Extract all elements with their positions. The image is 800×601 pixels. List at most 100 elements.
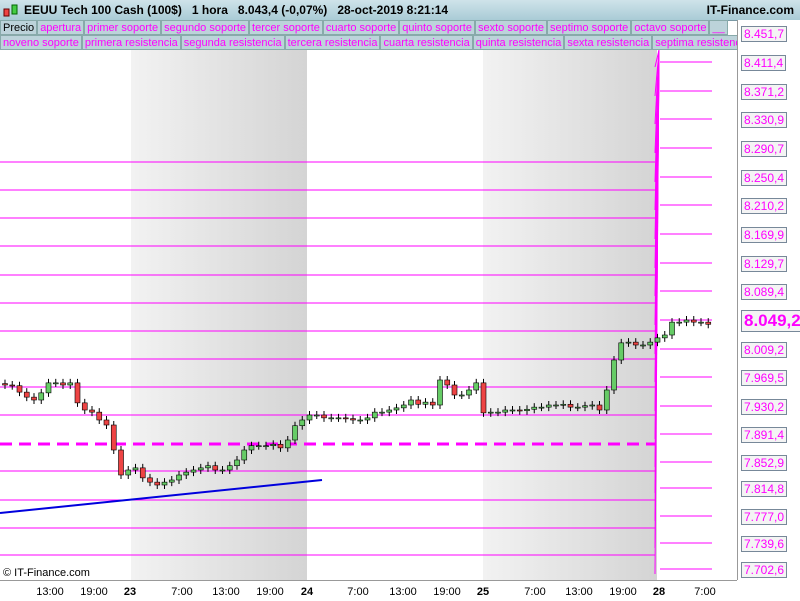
- price-chart[interactable]: [0, 50, 737, 580]
- candle: [139, 467, 146, 479]
- candle: [437, 379, 443, 406]
- candle: [625, 341, 632, 344]
- price-label: 8.129,7: [741, 256, 788, 272]
- legend-item[interactable]: quinta resistencia: [472, 35, 565, 50]
- candle: [393, 407, 400, 411]
- price-label: 7.852,9: [741, 455, 788, 471]
- candle: [582, 405, 588, 408]
- candle: [2, 383, 8, 386]
- price-label: 8.089,4: [741, 284, 788, 300]
- candle: [350, 418, 356, 421]
- candle: [466, 389, 472, 396]
- candle: [313, 414, 320, 417]
- candle: [74, 382, 81, 404]
- candle: [357, 419, 364, 422]
- price-label: 8.250,4: [741, 170, 788, 186]
- legend-item[interactable]: tercera resistencia: [284, 35, 381, 50]
- time-label: 13:00: [389, 586, 417, 598]
- candle: [364, 417, 371, 421]
- candle: [255, 445, 262, 448]
- time-label: 19:00: [256, 586, 284, 598]
- price-label: 8.371,2: [741, 84, 788, 100]
- price-label: 8.330,9: [741, 112, 788, 128]
- candle: [335, 417, 342, 420]
- legend-row-2: noveno soporte primera resistencia segunda…: [0, 35, 738, 50]
- candle: [31, 396, 37, 401]
- legend-row-1: Precio apertura primer soporte segundo sopo…: [0, 20, 728, 35]
- time-axis[interactable]: 13:00 19:00 23 7:00 13:00 19:00 24 7:00 13:00 19:…: [0, 580, 737, 601]
- legend-item[interactable]: primer soporte: [84, 20, 162, 35]
- candle: [292, 425, 298, 441]
- candle: [531, 406, 538, 410]
- candle: [567, 403, 574, 408]
- copyright: © IT-Finance.com: [3, 567, 90, 579]
- legend-item[interactable]: Precio: [0, 20, 38, 35]
- candle: [96, 411, 103, 421]
- candle: [495, 411, 501, 414]
- candle: [654, 337, 661, 343]
- time-label: 19:00: [609, 586, 637, 598]
- price-label: 7.777,0: [741, 509, 788, 525]
- price-label: 8.210,2: [741, 198, 788, 214]
- candle: [379, 411, 385, 414]
- candle: [400, 404, 407, 409]
- legend-item[interactable]: tercer soporte: [249, 20, 323, 35]
- candle: [23, 391, 30, 398]
- candle: [161, 481, 168, 486]
- legend-item[interactable]: segunda resistencia: [180, 35, 285, 50]
- candle: [125, 469, 132, 476]
- legend-item[interactable]: noveno soporte: [0, 35, 82, 50]
- candle: [422, 401, 429, 405]
- legend-item[interactable]: cuarta resistencia: [380, 35, 473, 50]
- legend-item[interactable]: primera resistencia: [81, 35, 181, 50]
- legend-item[interactable]: sexta resistencia: [564, 35, 653, 50]
- candle: [690, 319, 697, 323]
- candle: [640, 344, 646, 347]
- legend-item[interactable]: cuarto soporte: [322, 20, 400, 35]
- legend-item[interactable]: apertura: [37, 20, 85, 35]
- candle: [669, 321, 675, 336]
- candle: [705, 321, 712, 325]
- candle: [553, 404, 559, 407]
- candle: [270, 443, 277, 447]
- candle: [480, 382, 487, 414]
- time-label: 13:00: [212, 586, 240, 598]
- candle: [205, 465, 211, 469]
- time-label: 7:00: [347, 586, 369, 598]
- candle: [574, 406, 581, 409]
- candle: [299, 419, 306, 427]
- candle: [132, 467, 139, 471]
- legend-item[interactable]: __: [709, 20, 728, 35]
- price-label: 8.009,2: [741, 342, 788, 358]
- time-label: 28: [652, 586, 666, 598]
- brand: IT-Finance.com: [706, 3, 794, 17]
- legend-item[interactable]: septimo soporte: [547, 20, 632, 35]
- price-label: 8.049,2: [741, 310, 800, 332]
- candle: [516, 409, 523, 412]
- candle: [487, 411, 494, 414]
- candle: [212, 465, 219, 471]
- time-label: 13:00: [36, 586, 64, 598]
- candle: [444, 379, 451, 386]
- legend-item[interactable]: quinto soporte: [399, 20, 475, 35]
- candle: [9, 384, 16, 387]
- candlestick-icon: [3, 4, 18, 17]
- candle: [502, 409, 509, 413]
- candle: [683, 319, 690, 323]
- price-axis[interactable]: 8.451,7 8.411,4 8.371,2 8.330,9 8.290,7 8.250…: [737, 20, 800, 580]
- candle: [241, 449, 248, 461]
- candle: [248, 445, 255, 451]
- candle: [321, 414, 327, 419]
- price-label: 7.702,6: [741, 562, 788, 578]
- candle: [197, 467, 204, 471]
- legend-item[interactable]: octavo soporte: [631, 20, 710, 35]
- candle: [545, 404, 552, 408]
- price-label: 8.451,7: [741, 26, 788, 42]
- price-label: 8.169,9: [741, 227, 788, 243]
- legend-item[interactable]: sexto soporte: [474, 20, 548, 35]
- legend-item[interactable]: septima resistencia: [652, 35, 738, 50]
- legend-item[interactable]: segundo soporte: [161, 20, 250, 35]
- candle: [698, 321, 704, 324]
- candle: [632, 341, 639, 346]
- candle: [89, 409, 95, 413]
